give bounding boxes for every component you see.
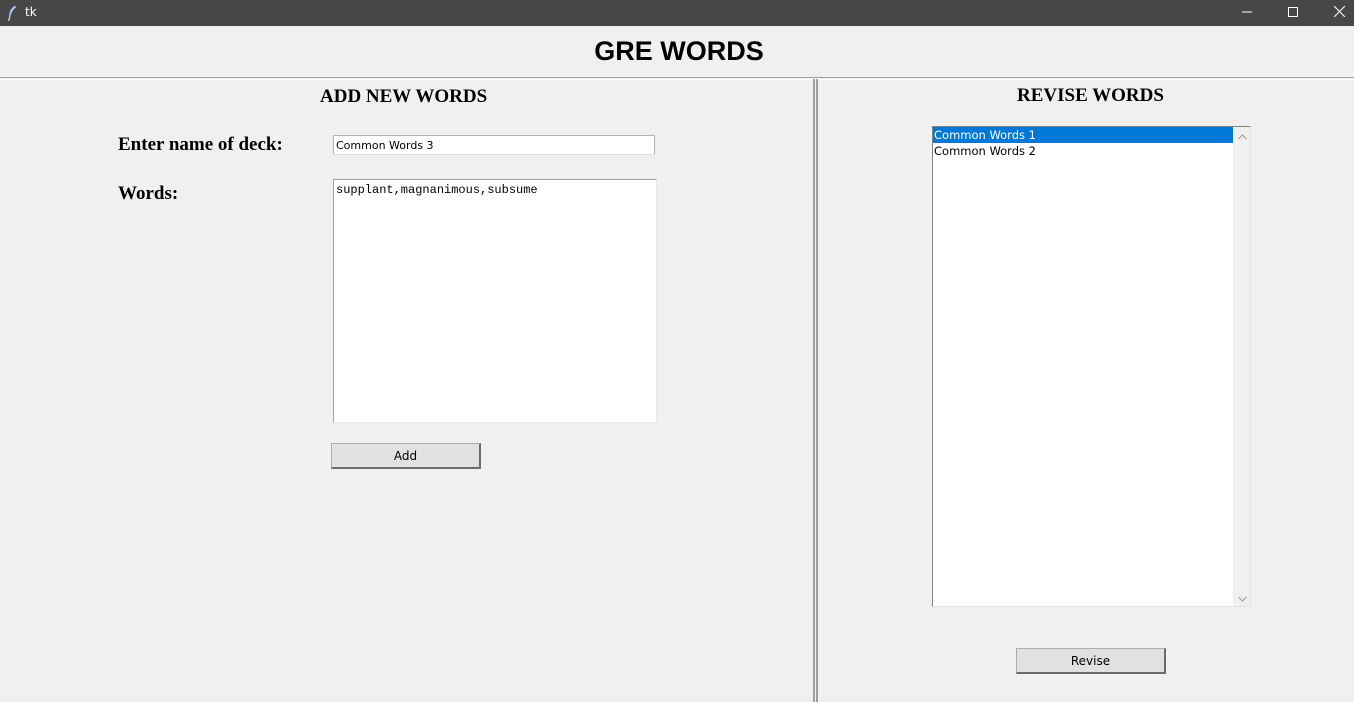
- revise-button[interactable]: Revise: [1016, 648, 1166, 674]
- app-title: GRE WORDS: [594, 36, 764, 66]
- maximize-icon: [1288, 4, 1298, 22]
- deck-name-label: Enter name of deck:: [118, 134, 283, 155]
- minimize-icon: [1242, 4, 1252, 22]
- close-icon: [1333, 4, 1345, 22]
- revise-words-heading: REVISE WORDS: [1017, 85, 1164, 106]
- window-titlebar[interactable]: tk: [0, 0, 1354, 26]
- listbox-scrollbar[interactable]: [1233, 127, 1250, 606]
- deck-list-item-2[interactable]: Common Words 2: [933, 143, 1234, 159]
- chevron-down-icon: [1238, 589, 1247, 607]
- deck-listbox[interactable]: Common Words 1 Common Words 2: [932, 126, 1251, 607]
- feather-icon: [6, 5, 18, 21]
- scroll-down-button[interactable]: [1234, 589, 1251, 606]
- scroll-up-button[interactable]: [1234, 127, 1251, 144]
- add-words-heading: ADD NEW WORDS: [320, 86, 488, 107]
- add-button[interactable]: Add: [331, 443, 481, 469]
- window-title: tk: [25, 5, 37, 19]
- words-label: Words:: [118, 183, 179, 204]
- close-button[interactable]: [1316, 0, 1354, 26]
- maximize-button[interactable]: [1270, 0, 1316, 26]
- deck-list-item-1[interactable]: Common Words 1: [933, 127, 1234, 143]
- deck-name-input[interactable]: [333, 135, 655, 155]
- chevron-up-icon: [1238, 127, 1247, 145]
- words-textarea[interactable]: supplant,magnanimous,subsume: [333, 179, 657, 423]
- minimize-button[interactable]: [1224, 0, 1270, 26]
